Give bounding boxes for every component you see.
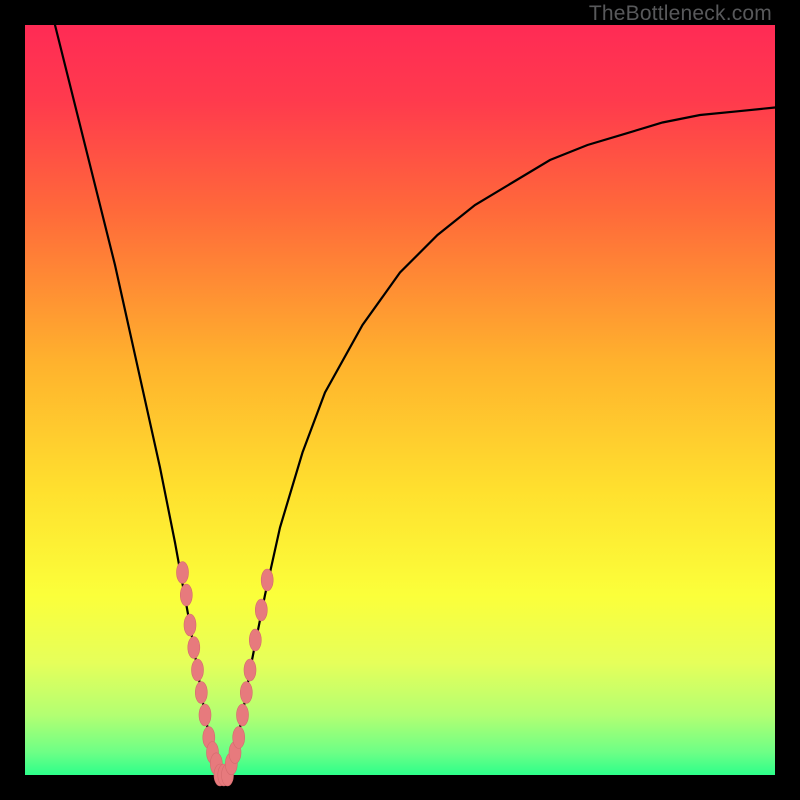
marker-point [249,629,261,651]
chart-svg [25,25,775,775]
marker-point [184,614,196,636]
marker-point [237,704,249,726]
marker-point [180,584,192,606]
marker-point [261,569,273,591]
marker-point [195,682,207,704]
bottleneck-curve [55,25,775,775]
marker-point [188,637,200,659]
marker-point [255,599,267,621]
watermark-text: TheBottleneck.com [589,2,772,26]
marker-point [233,727,245,749]
marker-point [199,704,211,726]
marker-point [192,659,204,681]
marker-point [240,682,252,704]
marker-group [177,562,274,787]
outer-frame: TheBottleneck.com [0,0,800,800]
plot-area [25,25,775,775]
marker-point [244,659,256,681]
marker-point [177,562,189,584]
